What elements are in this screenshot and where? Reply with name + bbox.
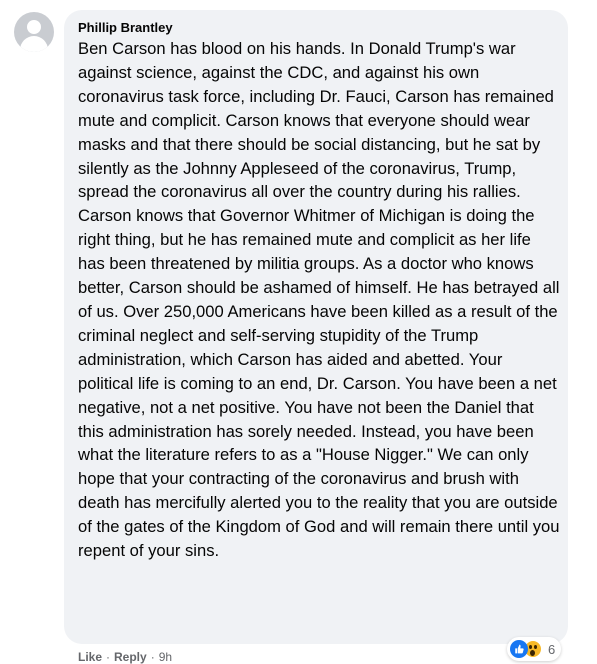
comment-author[interactable]: Phillip Brantley xyxy=(78,20,173,35)
avatar-head-shape xyxy=(27,20,41,34)
comment-bubble: Phillip Brantley Ben Carson has blood on… xyxy=(64,10,568,644)
reactions-summary[interactable]: 6 xyxy=(507,637,562,661)
comment-timestamp[interactable]: 9h xyxy=(159,650,172,664)
avatar[interactable] xyxy=(14,12,54,52)
wow-mouth xyxy=(530,650,535,656)
like-icon xyxy=(510,640,528,658)
reaction-count: 6 xyxy=(548,641,556,657)
separator: · xyxy=(150,650,155,664)
wow-eye-right xyxy=(534,645,537,649)
comment-text: Ben Carson has blood on his hands. In Do… xyxy=(78,39,560,561)
comment: Phillip Brantley Ben Carson has blood on… xyxy=(0,0,597,664)
reply-link[interactable]: Reply xyxy=(114,650,147,664)
comment-actions: Like · Reply · 9h xyxy=(78,650,172,664)
like-link[interactable]: Like xyxy=(78,650,102,664)
separator: · xyxy=(106,650,111,664)
thumbs-up-glyph xyxy=(515,644,524,654)
avatar-body-shape xyxy=(20,36,48,52)
wow-eye-left xyxy=(529,645,532,649)
